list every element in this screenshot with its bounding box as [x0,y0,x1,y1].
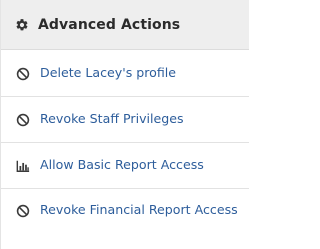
delete-profile-action[interactable]: Delete Lacey's profile [1,50,249,97]
gear-icon [15,18,29,32]
allow-basic-report-access-action[interactable]: Allow Basic Report Access [1,143,249,189]
advanced-actions-panel: Advanced Actions Delete Lacey's profile … [0,0,249,249]
revoke-financial-report-access-action[interactable]: Revoke Financial Report Access [1,189,249,249]
action-list: Delete Lacey's profile Revoke Staff Priv… [1,50,249,249]
revoke-staff-privileges-label[interactable]: Revoke Staff Privileges [40,112,184,126]
ban-icon [16,67,30,81]
delete-profile-label[interactable]: Delete Lacey's profile [40,66,176,80]
allow-basic-report-access-label[interactable]: Allow Basic Report Access [40,158,204,172]
ban-icon [16,113,30,127]
panel-title: Advanced Actions [38,16,181,33]
revoke-financial-report-access-label[interactable]: Revoke Financial Report Access [16,203,238,217]
panel-header: Advanced Actions [1,0,249,50]
bar-chart-icon [16,159,30,173]
revoke-staff-privileges-action[interactable]: Revoke Staff Privileges [1,97,249,143]
